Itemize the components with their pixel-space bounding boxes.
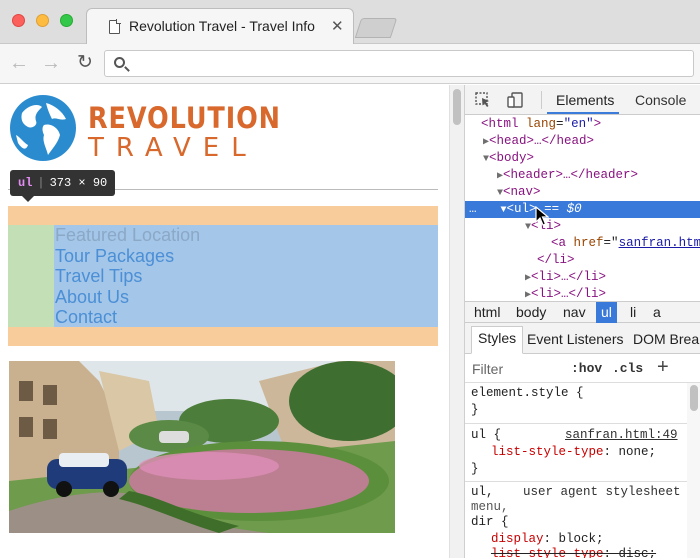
hov-toggle[interactable]: :hov xyxy=(571,361,602,376)
filter-input[interactable]: Filter xyxy=(472,361,503,377)
rule-element-style-close: } xyxy=(471,403,479,417)
devtools-panel: Elements Console <html lang="en"> ▶<head… xyxy=(464,85,700,558)
breadcrumb-ul[interactable]: ul xyxy=(596,302,617,323)
site-nav-list: Featured Location Tour Packages Travel T… xyxy=(55,225,200,328)
dom-node-ul-selected[interactable]: … ▼<ul> == $0 xyxy=(465,201,700,218)
rule-prop-overridden[interactable]: list-style-type: disc; xyxy=(491,546,656,558)
devtools-tabbar: Elements Console xyxy=(465,85,700,115)
style-rules: element.style { } ul { sanfran.html:49 l… xyxy=(465,383,687,558)
rule-ul-selector[interactable]: ul { xyxy=(471,427,501,444)
inspect-tooltip: ul | 373 × 90 xyxy=(10,170,116,202)
brand-name-line1: REVOLUTION xyxy=(88,101,281,135)
mouse-pointer-icon xyxy=(535,206,549,226)
page-viewport: REVOLUTION TRAVEL Featured Location Tour… xyxy=(0,85,449,558)
dom-node-nav[interactable]: ▼<nav> xyxy=(465,184,700,201)
browser-tab-active[interactable]: Revolution Travel - Travel Info ✕ xyxy=(86,8,354,45)
nav-link-contact[interactable]: Contact xyxy=(55,307,200,328)
rule-element-style[interactable]: element.style { xyxy=(471,385,584,402)
page-icon xyxy=(109,19,121,34)
nav-link-travel-tips[interactable]: Travel Tips xyxy=(55,266,200,287)
nav-link-featured-location[interactable]: Featured Location xyxy=(55,225,200,246)
dom-node-head[interactable]: ▶<head>…</head> xyxy=(465,133,700,150)
tab-close-icon[interactable]: ✕ xyxy=(331,17,344,35)
dom-node-html[interactable]: <html lang="en"> xyxy=(465,116,700,133)
tab-title: Revolution Travel - Travel Info xyxy=(129,18,315,34)
add-rule-icon[interactable]: + xyxy=(657,356,669,379)
rule-source-link[interactable]: sanfran.html:49 xyxy=(565,427,678,444)
cls-toggle[interactable]: .cls xyxy=(612,361,643,376)
elements-tree: <html lang="en"> ▶<head>…</head> ▼<body>… xyxy=(465,116,700,302)
breadcrumb-nav[interactable]: nav xyxy=(558,302,591,323)
page-scrollbar[interactable] xyxy=(449,85,464,558)
rule-ua-dir: dir { xyxy=(471,515,509,529)
forward-arrow-icon[interactable]: → xyxy=(38,50,64,76)
browser-toolbar: ← → ↻ xyxy=(0,44,700,84)
dom-node-body[interactable]: ▼<body> xyxy=(465,150,700,167)
rule-prop-list-style[interactable]: list-style-type: none; xyxy=(491,444,656,461)
back-arrow-icon[interactable]: ← xyxy=(6,50,32,76)
dom-node-a[interactable]: <a href="sanfran.html xyxy=(465,235,700,252)
tab-dom-breakpoints[interactable]: DOM Breakpoints xyxy=(633,331,700,347)
dom-breadcrumbs: html body nav ul li a xyxy=(465,301,700,323)
street-photo xyxy=(9,361,395,533)
styles-filter-bar: Filter :hov .cls + xyxy=(465,355,700,383)
breadcrumb-a[interactable]: a xyxy=(648,302,666,323)
tab-console[interactable]: Console xyxy=(635,92,686,108)
globe-logo-icon xyxy=(10,95,76,161)
dom-node-header[interactable]: ▶<header>…</header> xyxy=(465,167,700,184)
breadcrumb-li[interactable]: li xyxy=(625,302,641,323)
styles-scrollbar[interactable] xyxy=(687,383,700,558)
tab-event-listeners[interactable]: Event Listeners xyxy=(527,331,624,347)
rule-ul-close: } xyxy=(471,462,479,476)
nav-link-about-us[interactable]: About Us xyxy=(55,287,200,308)
breadcrumb-body[interactable]: body xyxy=(511,302,551,323)
window-titlebar: Revolution Travel - Travel Info ✕ xyxy=(0,0,700,45)
search-icon xyxy=(114,57,125,68)
zoom-window-button[interactable] xyxy=(60,14,73,27)
device-toolbar-icon[interactable] xyxy=(507,92,523,108)
new-tab-button[interactable] xyxy=(354,18,398,38)
brand-name-line2: TRAVEL xyxy=(88,133,258,163)
dom-node-li-close[interactable]: </li> xyxy=(465,252,700,269)
reload-icon[interactable]: ↻ xyxy=(72,50,98,76)
tooltip-tag: ul xyxy=(18,176,33,190)
close-window-button[interactable] xyxy=(12,14,25,27)
dom-node-li-2[interactable]: ▶<li>…</li> xyxy=(465,269,700,286)
styles-subtabbar: Styles Event Listeners DOM Breakpoints xyxy=(465,323,700,354)
inspect-cursor-icon[interactable] xyxy=(475,92,491,108)
tooltip-size: 373 × 90 xyxy=(49,176,108,190)
address-bar[interactable] xyxy=(104,50,694,77)
nav-link-tour-packages[interactable]: Tour Packages xyxy=(55,246,200,267)
rule-ua-label: user agent stylesheet xyxy=(523,485,681,499)
breadcrumb-html[interactable]: html xyxy=(469,302,505,323)
href-link[interactable]: sanfran.html xyxy=(619,236,700,250)
dom-node-li[interactable]: ▼<li> xyxy=(465,218,700,235)
tab-elements[interactable]: Elements xyxy=(556,92,614,108)
tab-styles[interactable]: Styles xyxy=(471,326,524,354)
minimize-window-button[interactable] xyxy=(36,14,49,27)
